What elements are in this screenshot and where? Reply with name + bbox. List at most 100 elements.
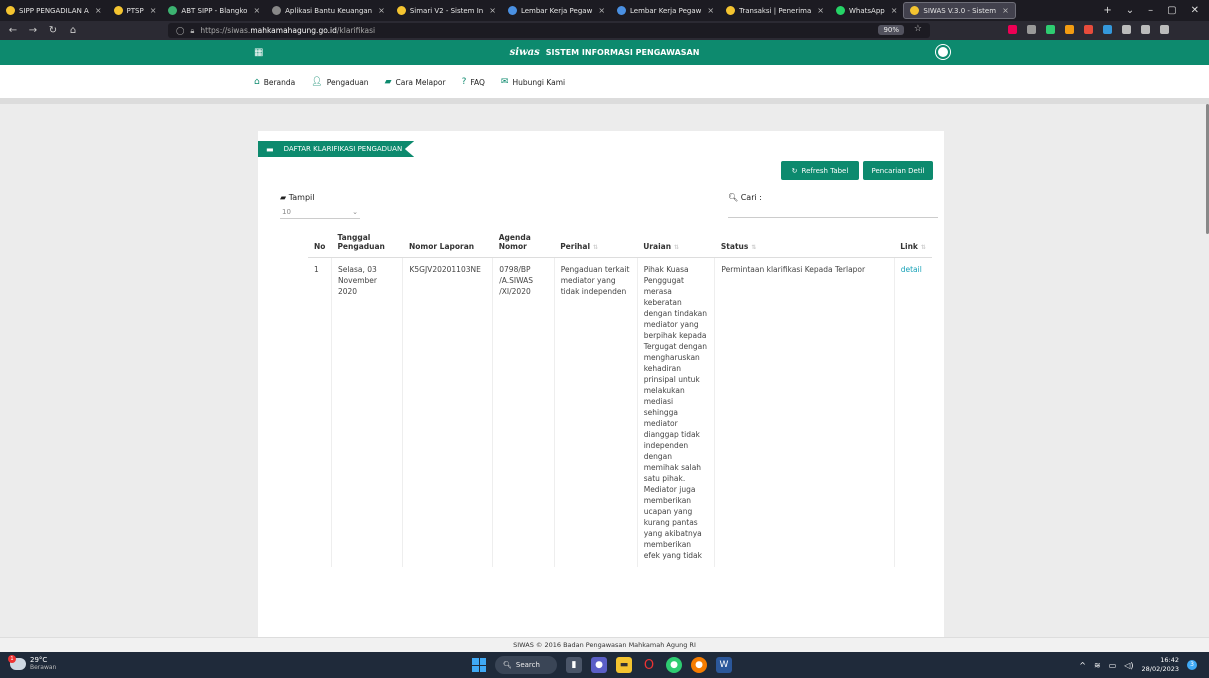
column-header[interactable]: Perihal ⇅ [554, 227, 638, 258]
download-icon[interactable] [1027, 25, 1036, 34]
nav-label: FAQ [470, 77, 485, 87]
close-tab-icon[interactable]: × [598, 6, 605, 15]
close-tab-icon[interactable]: × [150, 6, 157, 15]
search-detail-label: Pencarian Detil [871, 166, 925, 175]
chrome-icon[interactable]: ● [666, 657, 682, 673]
globe-icon[interactable] [936, 45, 950, 59]
column-header[interactable]: No [308, 227, 332, 258]
nav-item-faq[interactable]: ? FAQ [462, 77, 485, 87]
browser-tab[interactable]: WhatsApp × [830, 0, 903, 21]
favicon-icon [617, 6, 627, 15]
chevron-up-icon[interactable]: ^ [1079, 661, 1086, 670]
browser-tab[interactable]: Aplikasi Bantu Keuangan × [266, 0, 391, 21]
account-icon[interactable] [1141, 25, 1150, 34]
zoom-level[interactable]: 90% [878, 25, 904, 35]
close-tab-icon[interactable]: × [891, 6, 898, 15]
nav-item-beranda[interactable]: ⌂ Beranda [254, 77, 295, 87]
column-header[interactable]: Nomor Laporan [402, 227, 493, 258]
extension-red-icon[interactable] [1084, 25, 1093, 34]
notification-badge[interactable]: 3 [1187, 660, 1197, 670]
pocket-icon[interactable] [1008, 25, 1017, 34]
nav-item-hubungi-kami[interactable]: ✉ Hubungi Kami [501, 77, 565, 87]
extension-icons [1008, 25, 1169, 34]
refresh-table-button[interactable]: ↻ Refresh Tabel [781, 161, 859, 180]
extension-orange-icon[interactable] [1065, 25, 1074, 34]
word-icon[interactable]: W [716, 657, 732, 673]
search-icon-taskbar: 🔍︎ [503, 661, 512, 669]
close-tab-icon[interactable]: × [253, 6, 260, 15]
task-view-icon[interactable]: ▮ [566, 657, 582, 673]
menu-icon[interactable] [1160, 25, 1169, 34]
browser-tab[interactable]: ABT SIPP - Blangko × [162, 0, 266, 21]
maximize-icon[interactable]: ▢ [1167, 5, 1176, 16]
cell-link[interactable]: detail [894, 258, 932, 568]
library-icon[interactable] [1122, 25, 1131, 34]
table-header-row: No Tanggal Pengaduan Nomor Laporan Agenda N… [308, 227, 932, 258]
browser-tab[interactable]: Transaksi | Penerima × [720, 0, 830, 21]
file-explorer-icon[interactable]: ▬ [616, 657, 632, 673]
chat-icon[interactable]: ● [591, 657, 607, 673]
browser-tab[interactable]: SIPP PENGADILAN A × [0, 0, 108, 21]
tab-title: SIWAS V.3.0 - Sistem [923, 6, 997, 15]
column-header[interactable]: Link ⇅ [894, 227, 932, 258]
forward-icon[interactable]: → [26, 25, 40, 36]
clock[interactable]: 16:42 28/02/2023 [1142, 656, 1179, 674]
reload-icon[interactable]: ↻ [46, 25, 60, 36]
cell-agenda: 0798/BP /A.SIWAS /XI/2020 [492, 257, 555, 567]
close-tab-icon[interactable]: × [817, 6, 824, 15]
table-row: 1 Selasa, 03 November 2020 K5GJV20201103NE… [308, 257, 932, 568]
close-tab-icon[interactable]: × [378, 6, 385, 15]
nav-item-pengaduan[interactable]: 👤︎ Pengaduan [311, 77, 368, 87]
column-header-label: Tanggal Pengaduan [337, 233, 385, 251]
address-bar[interactable]: ◯ 🔒︎ https://siwas. mahkamahagung.go.id/k… [168, 23, 930, 38]
column-header[interactable]: Tanggal Pengaduan [331, 227, 403, 258]
close-tab-icon[interactable]: × [707, 6, 714, 15]
firefox-icon[interactable]: ● [691, 657, 707, 673]
close-tab-icon[interactable]: × [1002, 6, 1009, 15]
user-add-icon: 👤︎ [311, 77, 323, 87]
windows-start-icon[interactable] [472, 658, 486, 672]
column-header[interactable]: Status ⇅ [714, 227, 895, 258]
column-header[interactable]: Uraian ⇅ [637, 227, 715, 258]
wifi-icon[interactable]: ≋ [1094, 661, 1101, 670]
column-header-label: Link [900, 242, 918, 251]
cell-nomor: K5GJV20201103NE [402, 257, 494, 567]
close-tab-icon[interactable]: × [489, 6, 496, 15]
grid-menu-icon[interactable]: ▦ [254, 47, 263, 58]
page-size-value: 10 [282, 207, 291, 216]
back-icon[interactable]: ← [6, 25, 20, 36]
taskbar-search[interactable]: 🔍︎ Search [495, 656, 557, 674]
close-window-icon[interactable]: ✕ [1191, 5, 1199, 16]
close-tab-icon[interactable]: × [95, 6, 102, 15]
opera-icon[interactable]: O [641, 657, 657, 673]
browser-tab[interactable]: PTSP × [108, 0, 163, 21]
monitor-icon[interactable]: ▭ [1109, 661, 1117, 670]
search-input[interactable] [728, 217, 938, 218]
home-browser-icon[interactable]: ⌂ [66, 25, 80, 36]
bookmark-star-icon[interactable]: ☆ [914, 24, 922, 34]
column-header[interactable]: Agenda Nomor [492, 227, 555, 258]
browser-tab[interactable]: Simari V2 - Sistem In × [391, 0, 502, 21]
extension-green-icon[interactable] [1046, 25, 1055, 34]
favicon-icon [6, 6, 15, 15]
mail-icon: ✉ [500, 77, 509, 87]
column-header-label: Uraian [643, 242, 672, 251]
nav-item-cara-melapor[interactable]: ▰ Cara Melapor [385, 77, 446, 87]
browser-tab[interactable]: Lembar Kerja Pegaw × [502, 0, 611, 21]
volume-icon[interactable]: ◁) [1124, 661, 1133, 670]
page-size-select[interactable]: 10 ⌄ [280, 205, 360, 219]
browser-tab[interactable]: SIWAS V.3.0 - Sistem × [903, 2, 1016, 19]
cell-status: Permintaan klarifikasi Kepada Terlapor [714, 257, 895, 567]
complaints-table: No Tanggal Pengaduan Nomor Laporan Agenda N… [308, 227, 932, 567]
browser-tab[interactable]: Lembar Kerja Pegaw × [611, 0, 720, 21]
favicon-icon [726, 6, 736, 15]
book-small-icon: ▰ [280, 193, 287, 202]
new-tab-icon[interactable]: + [1103, 5, 1111, 16]
tab-list-chevron-icon[interactable]: ⌄ [1126, 5, 1134, 16]
minimize-icon[interactable]: – [1148, 5, 1153, 16]
search-detail-button[interactable]: Pencarian Detil [863, 161, 933, 180]
favicon-icon [168, 6, 178, 15]
extension-blue-icon[interactable] [1103, 25, 1112, 34]
cell-no: 1 [308, 257, 332, 567]
weather-widget[interactable]: 1 29°C Berawan [8, 655, 56, 672]
